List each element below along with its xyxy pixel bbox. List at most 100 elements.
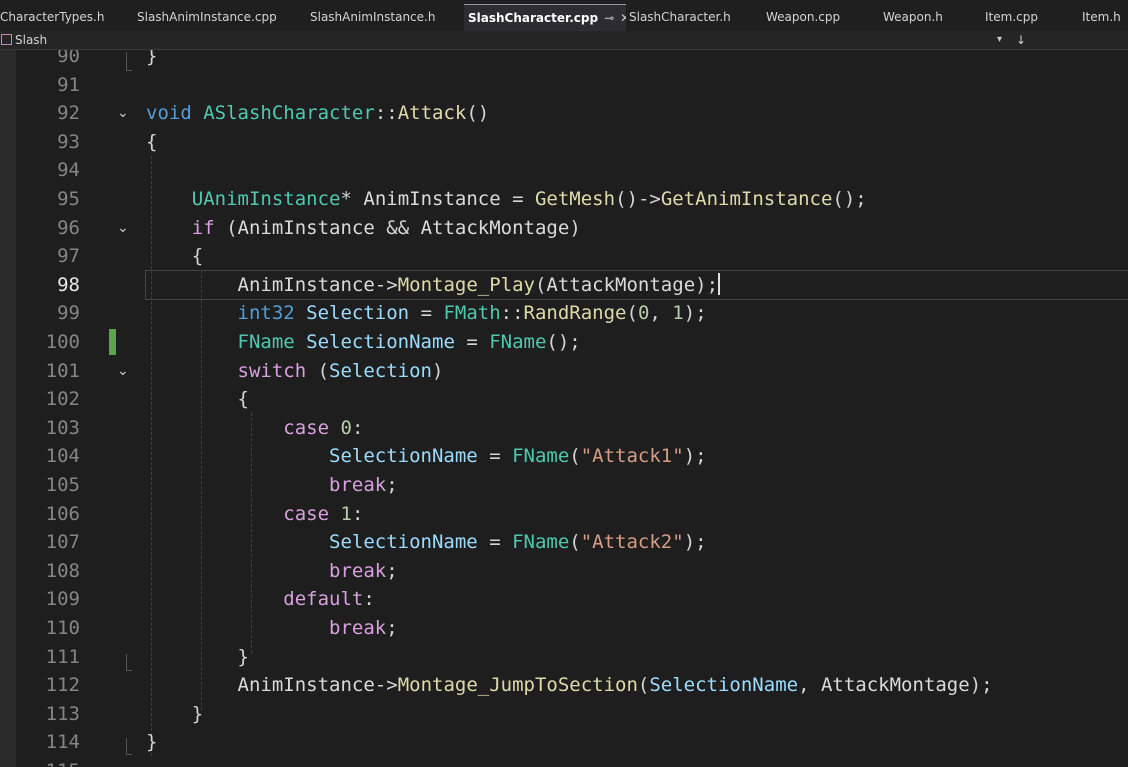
fold-chevron-icon[interactable]: ⌄ xyxy=(117,357,129,386)
tab-charactertypes-h[interactable]: CharacterTypes.h xyxy=(0,4,124,31)
code-line[interactable]: 91 xyxy=(0,71,1128,100)
code-token: Selection xyxy=(329,359,432,382)
line-number: 98 xyxy=(57,273,80,296)
code-line[interactable]: 112 AnimInstance->Montage_JumpToSection(… xyxy=(0,671,1128,700)
code-line[interactable]: 114} xyxy=(0,728,1128,757)
project-dropdown[interactable]: Slash xyxy=(0,31,47,49)
code-text: switch (Selection) xyxy=(146,357,444,386)
code-token: : xyxy=(363,588,375,611)
code-line[interactable]: 111 } xyxy=(0,643,1128,672)
code-token: -> xyxy=(374,674,398,697)
line-number: 114 xyxy=(45,731,80,754)
code-line[interactable]: 105 break; xyxy=(0,471,1128,500)
code-line[interactable]: 99 int32 Selection = FMath::RandRange(0,… xyxy=(0,299,1128,328)
code-token: * xyxy=(340,188,364,210)
code-line[interactable]: 94 xyxy=(0,156,1128,185)
line-number: 91 xyxy=(57,73,80,96)
code-editor[interactable]: 90} 91 92 ⌄ void ASlashCharacter::Attack() 93… xyxy=(0,50,1128,767)
line-number: 106 xyxy=(45,502,80,525)
code-line[interactable]: 113 } xyxy=(0,700,1128,729)
code-text: break; xyxy=(146,614,398,643)
code-token: ); xyxy=(683,302,707,325)
code-line[interactable]: 115 xyxy=(0,757,1128,767)
code-line[interactable]: 102 { xyxy=(0,385,1128,414)
code-token: "Attack2" xyxy=(580,531,684,554)
line-number: 92 xyxy=(57,102,80,125)
code-token: case xyxy=(283,416,330,439)
code-token: FMath xyxy=(443,302,501,325)
code-line[interactable]: 92 ⌄ void ASlashCharacter::Attack() xyxy=(0,99,1128,128)
fold-chevron-icon[interactable]: ⌄ xyxy=(117,99,129,128)
code-token: AnimInstance xyxy=(237,674,375,697)
code-token: Montage_JumpToSection xyxy=(397,674,638,697)
code-text: AnimInstance->Montage_JumpToSection(Sele… xyxy=(146,671,993,700)
code-line[interactable]: 96 ⌄ if (AnimInstance && AttackMontage) xyxy=(0,214,1128,243)
code-token: AnimInstance xyxy=(237,273,375,296)
code-token: ); xyxy=(683,445,707,468)
code-line[interactable]: 107 SelectionName = FName("Attack2"); xyxy=(0,528,1128,557)
code-text: break; xyxy=(146,557,398,586)
code-token: ) xyxy=(432,359,444,382)
line-number: 90 xyxy=(57,50,80,67)
code-line[interactable]: 110 break; xyxy=(0,614,1128,643)
chevron-down-icon[interactable]: ▾ xyxy=(997,31,1002,49)
code-line[interactable]: 95 UAnimInstance* AnimInstance = GetMesh… xyxy=(0,185,1128,214)
code-token: FName xyxy=(512,531,570,554)
code-token: ASlashCharacter xyxy=(203,102,375,125)
code-token: Attack xyxy=(397,102,467,125)
fold-chevron-icon[interactable]: ⌄ xyxy=(117,214,129,243)
tab-item-cpp[interactable]: Item.cpp xyxy=(981,4,1073,31)
code-line[interactable]: 108 break; xyxy=(0,557,1128,586)
line-number: 115 xyxy=(22,757,80,767)
line-number: 112 xyxy=(45,674,80,697)
code-text: void ASlashCharacter::Attack() xyxy=(146,99,489,128)
code-line[interactable]: 93 { xyxy=(0,128,1128,157)
code-token: void xyxy=(146,102,192,125)
code-token: ); xyxy=(683,531,707,554)
line-number: 109 xyxy=(45,588,80,611)
tab-bar: CharacterTypes.h SlashAnimInstance.cpp S… xyxy=(0,0,1128,33)
code-text: if (AnimInstance && AttackMontage) xyxy=(146,214,581,243)
code-token: GetMesh xyxy=(534,188,616,210)
code-token: = xyxy=(500,188,535,210)
tab-item-h[interactable]: Item.h xyxy=(1077,4,1128,31)
line-number: 104 xyxy=(45,445,80,468)
line-number: 99 xyxy=(57,302,80,325)
code-line[interactable]: 103 case 0: xyxy=(0,414,1128,443)
code-text: break; xyxy=(146,471,398,500)
tab-slashaniminstance-h[interactable]: SlashAnimInstance.h xyxy=(305,4,460,31)
code-token: SelectionName xyxy=(329,445,478,468)
code-line[interactable]: 104 SelectionName = FName("Attack1"); xyxy=(0,442,1128,471)
code-token: break xyxy=(329,474,387,496)
tab-label: Item.cpp xyxy=(985,10,1038,24)
code-token: 0 xyxy=(340,416,352,439)
code-token: : xyxy=(351,502,364,525)
tab-slashcharacter-cpp[interactable]: SlashCharacter.cpp⊸✕ xyxy=(464,4,626,32)
code-token: -> xyxy=(374,273,398,296)
tab-slashcharacter-h[interactable]: SlashCharacter.h xyxy=(624,4,757,31)
code-token: RandRange xyxy=(523,302,627,325)
code-token: { xyxy=(146,388,249,411)
code-token: 1 xyxy=(672,302,684,325)
pin-icon[interactable]: ⊸ xyxy=(604,11,614,25)
code-line[interactable]: 101 ⌄ switch (Selection) xyxy=(0,357,1128,386)
tab-slashaniminstance-cpp[interactable]: SlashAnimInstance.cpp xyxy=(131,4,305,31)
tab-weapon-h[interactable]: Weapon.h xyxy=(878,4,975,31)
tab-weapon-cpp[interactable]: Weapon.cpp xyxy=(761,4,874,31)
code-line[interactable]: 100 FName SelectionName = FName(); xyxy=(0,328,1128,357)
code-line[interactable]: 106 case 1: xyxy=(0,500,1128,529)
code-line[interactable]: 109 default: xyxy=(0,585,1128,614)
code-line[interactable]: 90} xyxy=(0,50,1128,71)
code-token: : xyxy=(351,416,364,439)
code-line[interactable]: 98 AnimInstance->Montage_Play(AttackMont… xyxy=(0,271,1128,300)
code-line[interactable]: 97 { xyxy=(0,242,1128,271)
tab-label: Item.h xyxy=(1082,10,1121,24)
code-token: switch xyxy=(237,359,307,382)
